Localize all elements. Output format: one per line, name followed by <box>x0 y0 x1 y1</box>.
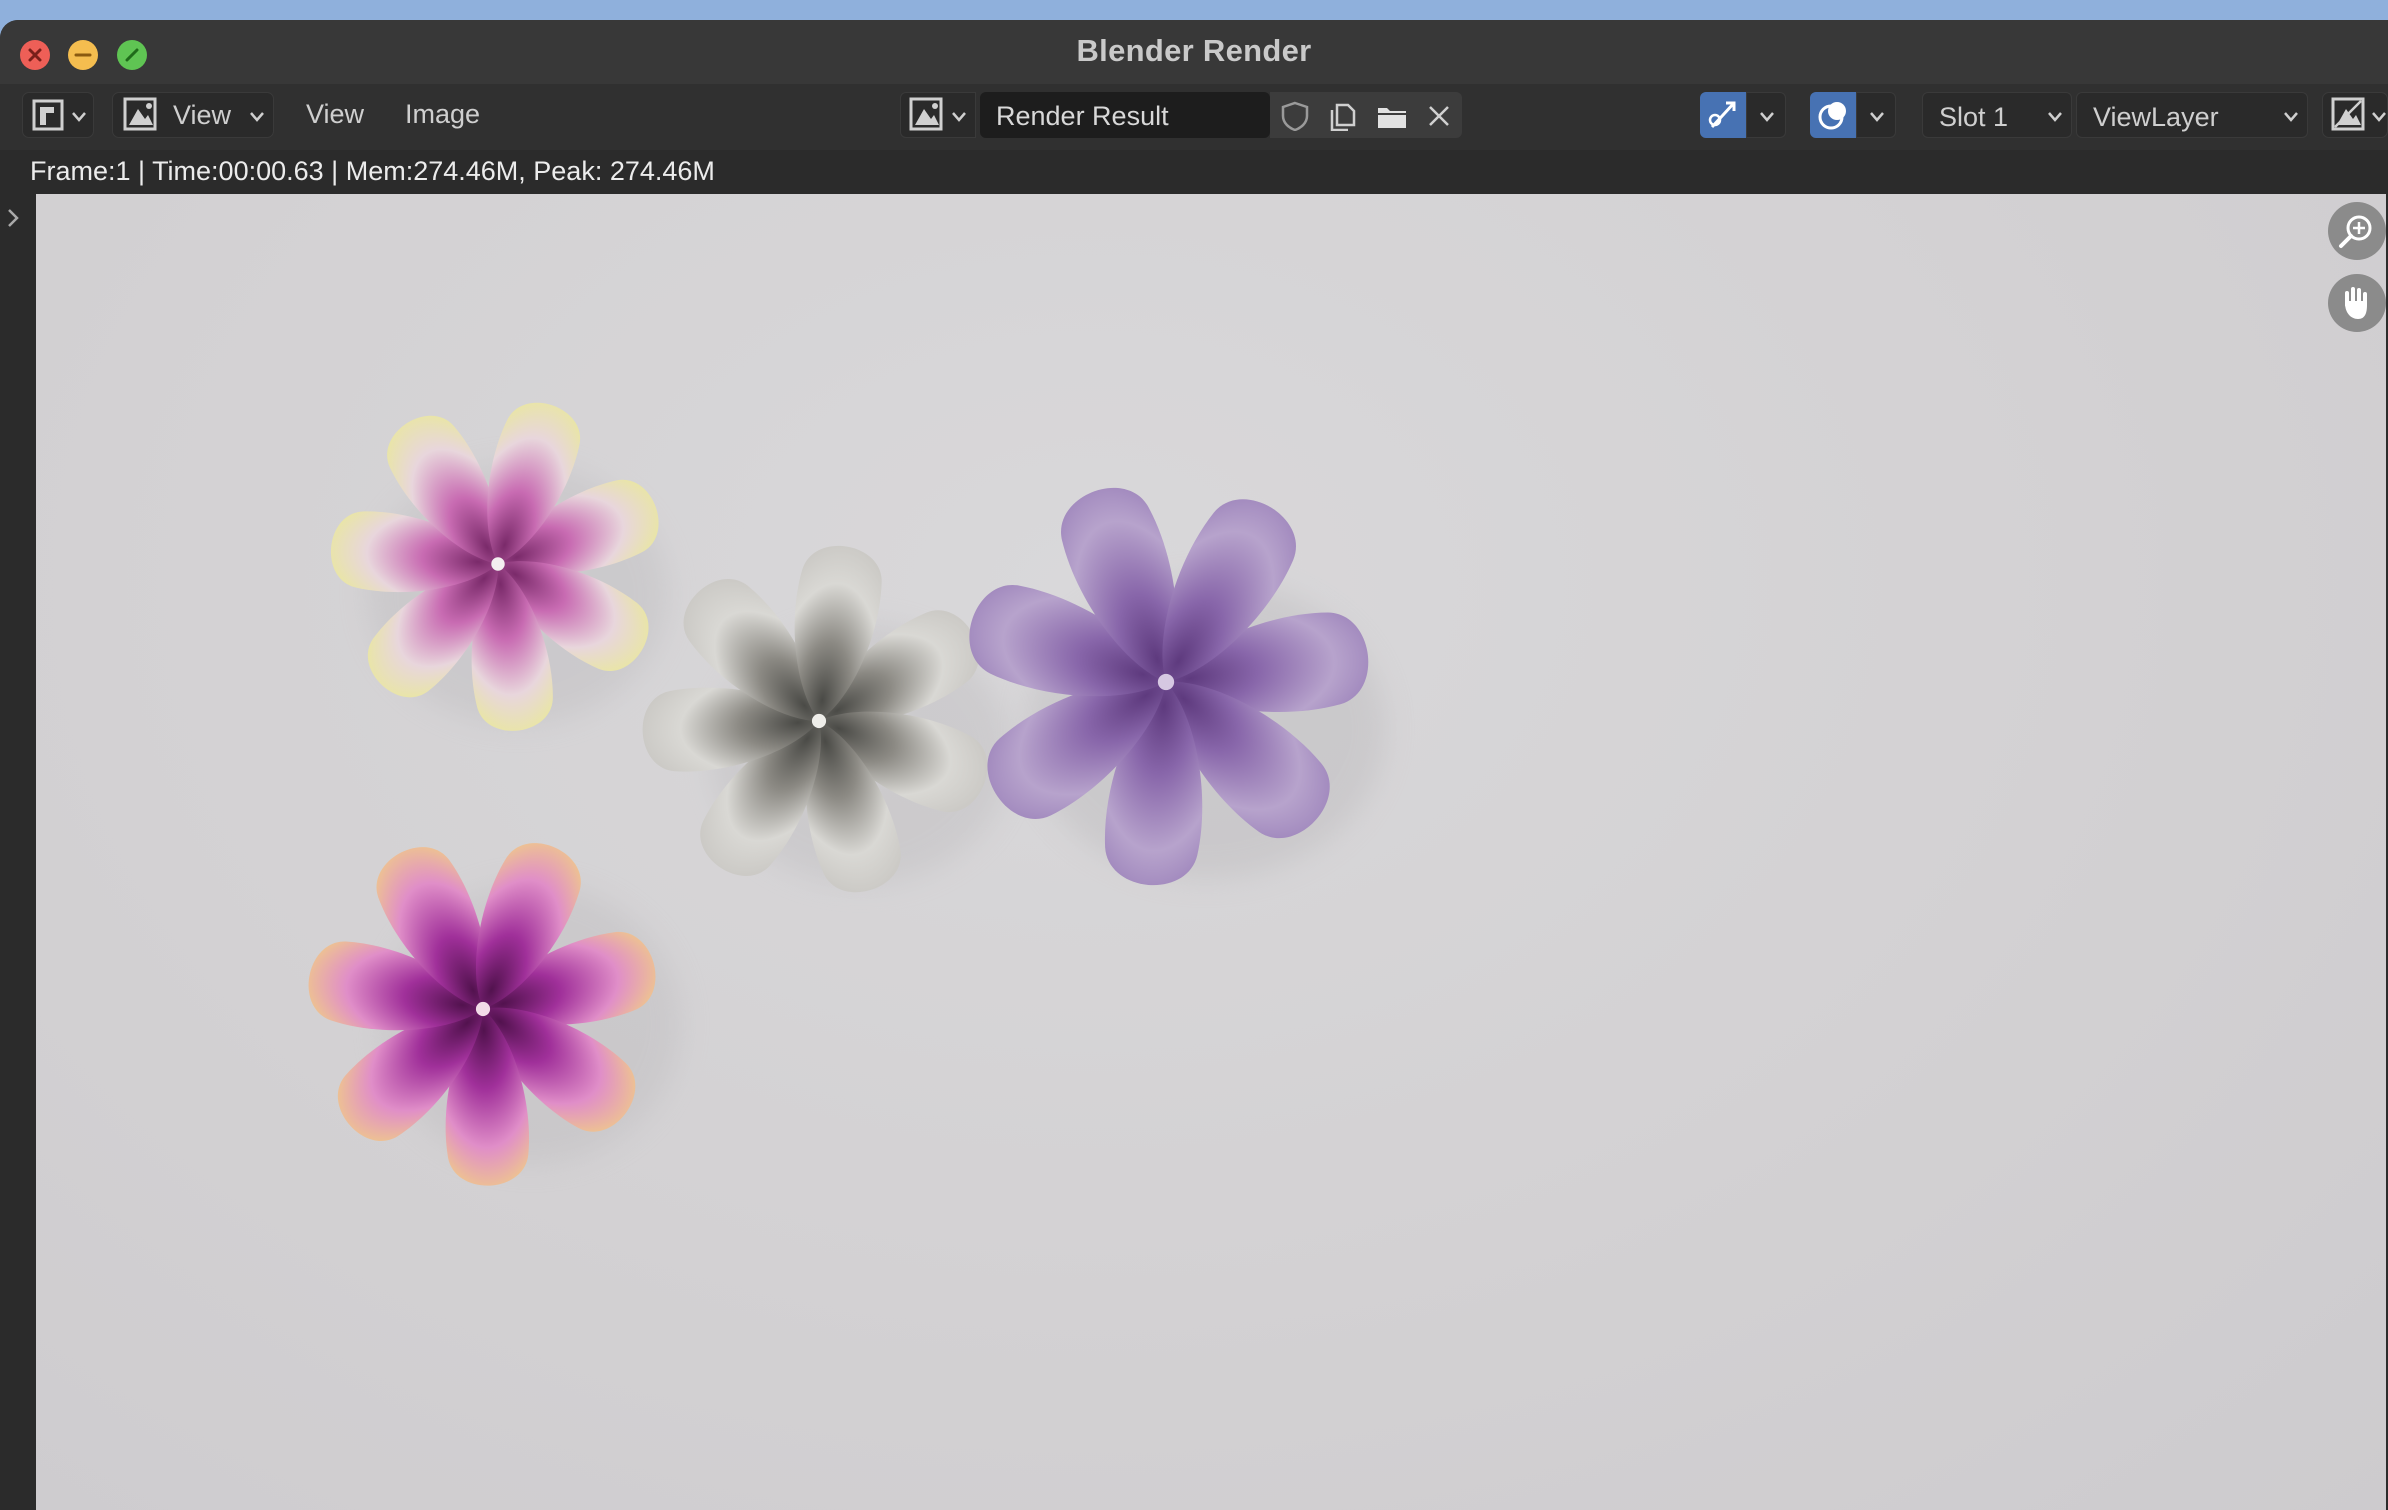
time-info: Time:00:00.63 <box>152 156 324 186</box>
view-mode-dropdown[interactable]: View <box>112 92 274 138</box>
gizmo-toggle-button[interactable] <box>1700 92 1746 138</box>
chevron-right-icon[interactable] <box>4 206 24 230</box>
chevron-down-icon <box>952 112 966 122</box>
pan-button[interactable] <box>2328 274 2386 332</box>
image-browse-icon <box>909 97 943 131</box>
gizmo-icon <box>1708 101 1736 129</box>
toolbar-collapsed[interactable] <box>0 194 36 1510</box>
chevron-down-icon <box>72 112 86 122</box>
unlink-image-button[interactable] <box>1414 92 1462 138</box>
hand-icon <box>2345 287 2367 319</box>
render-info-bar: Frame:1 | Time:00:00.63 | Mem:274.46M, P… <box>0 150 2388 194</box>
slot-label: Slot 1 <box>1939 102 2009 132</box>
view-mode-label: View <box>173 100 232 130</box>
view-layer-dropdown[interactable]: ViewLayer <box>2076 92 2308 138</box>
display-channels-dropdown[interactable] <box>2322 92 2388 138</box>
close-icon <box>1429 106 1449 126</box>
zoom-button[interactable] <box>2328 202 2386 260</box>
chevron-down-icon <box>250 112 264 122</box>
chevron-down-icon <box>1870 112 1884 122</box>
new-image-button[interactable] <box>1318 92 1366 138</box>
chevron-down-icon <box>1760 112 1774 122</box>
image-name-field[interactable]: Render Result <box>980 92 1270 138</box>
display-channels-icon <box>2331 97 2365 131</box>
image-editor-icon <box>32 99 64 131</box>
browse-image-button[interactable] <box>900 92 976 138</box>
blender-render-window: Blender Render View View Image Render Re… <box>0 20 2388 1510</box>
fake-user-button[interactable] <box>1270 92 1318 138</box>
render-viewport[interactable] <box>36 194 2386 1510</box>
duplicate-icon <box>1330 103 1356 131</box>
frame-info: Frame:1 <box>30 156 131 186</box>
shield-icon <box>1281 101 1309 131</box>
slot-dropdown[interactable]: Slot 1 <box>1922 92 2072 138</box>
chevron-down-icon <box>2372 112 2386 122</box>
overlay-icon <box>1818 102 1846 130</box>
render-result-image <box>301 392 1386 1188</box>
title-bar: Blender Render <box>0 20 2388 85</box>
image-editor-header: View View Image Render Result Slot 1 Vie… <box>0 84 2388 150</box>
chevron-down-icon <box>2284 112 2298 122</box>
gizmo-options-dropdown[interactable] <box>1746 92 1786 138</box>
folder-icon <box>1378 108 1406 128</box>
chevron-down-icon <box>2048 112 2062 122</box>
view-layer-label: ViewLayer <box>2093 102 2219 132</box>
zoom-icon <box>2339 215 2372 248</box>
menu-view[interactable]: View <box>306 99 364 130</box>
menu-image[interactable]: Image <box>405 99 480 130</box>
overlay-toggle-button[interactable] <box>1810 92 1856 138</box>
image-view-icon <box>123 97 157 131</box>
editor-type-button[interactable] <box>22 92 94 138</box>
render-stats: Frame:1 | Time:00:00.63 | Mem:274.46M, P… <box>30 156 715 186</box>
overlay-options-dropdown[interactable] <box>1856 92 1896 138</box>
open-image-button[interactable] <box>1366 92 1414 138</box>
memory-info: Mem:274.46M, Peak: 274.46M <box>345 156 715 186</box>
window-title: Blender Render <box>1076 33 1312 68</box>
